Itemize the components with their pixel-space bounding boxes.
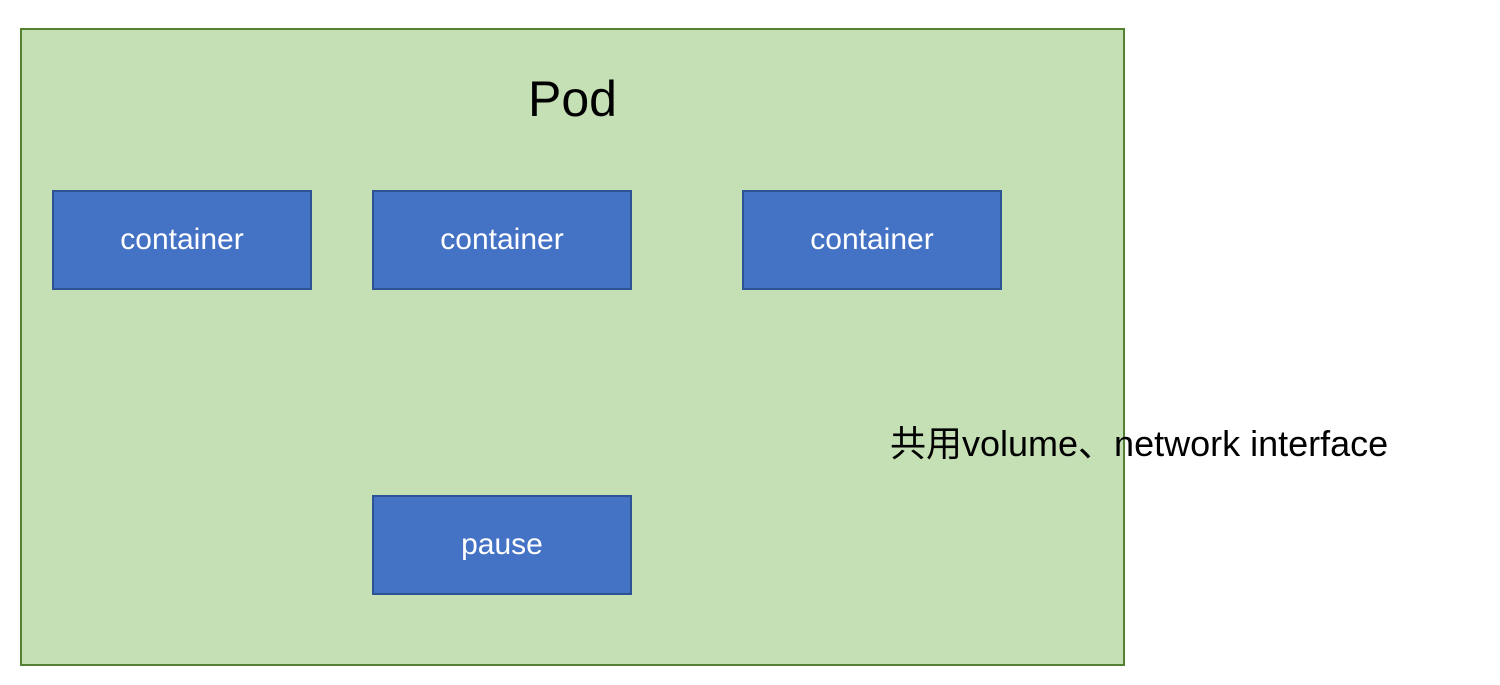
pause-label: pause bbox=[461, 528, 543, 562]
pod-title: Pod bbox=[22, 70, 1123, 128]
container-label: container bbox=[120, 223, 243, 257]
container-box-1: container bbox=[52, 190, 312, 290]
container-label: container bbox=[810, 223, 933, 257]
container-box-2: container bbox=[372, 190, 632, 290]
container-label: container bbox=[440, 223, 563, 257]
pod-container: Pod container container container pause bbox=[20, 28, 1125, 666]
container-box-3: container bbox=[742, 190, 1002, 290]
annotation-text: 共用volume、network interface bbox=[890, 415, 1388, 467]
pause-box: pause bbox=[372, 495, 632, 595]
